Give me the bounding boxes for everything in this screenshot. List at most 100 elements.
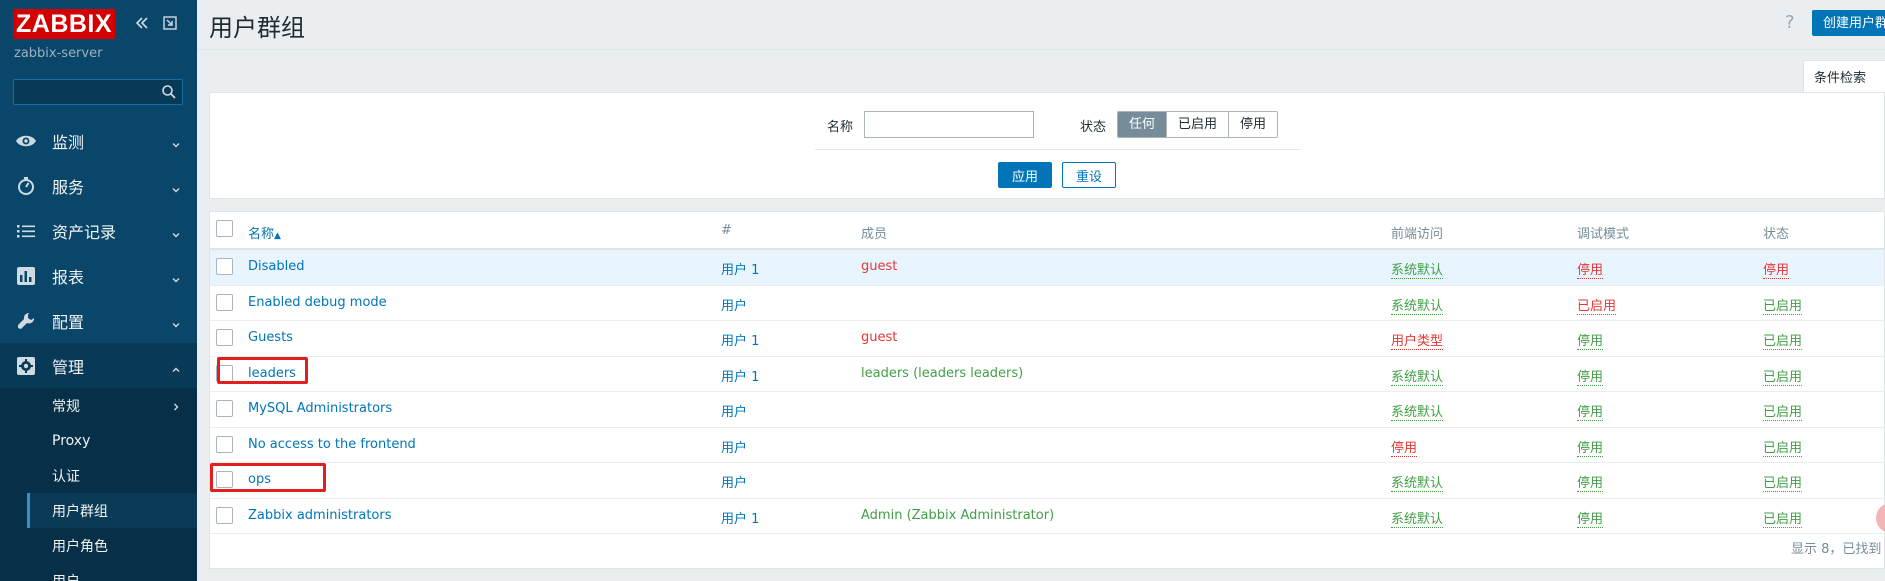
header-status: 状态 xyxy=(1763,227,1790,242)
submenu-item-user-groups[interactable]: 用户群组 xyxy=(0,493,197,528)
submenu-item-users[interactable]: 用户 xyxy=(0,563,197,581)
chevron-down-icon xyxy=(171,315,181,328)
header-name[interactable]: 名称▲ xyxy=(248,223,281,242)
debug-mode-value[interactable]: 已启用 xyxy=(1577,295,1617,315)
collapse-sidebar-icon[interactable] xyxy=(134,15,150,31)
create-user-group-button[interactable]: 创建用户群组 xyxy=(1812,10,1885,36)
group-name-link[interactable]: Enabled debug mode xyxy=(248,295,387,310)
kiosk-mode-icon[interactable] xyxy=(162,15,178,31)
main-menu: 监测 服务 资产记录 报表 配置 管理 常规 Proxy 认证 用户群组 用户角… xyxy=(0,118,197,581)
menu-item-inventory[interactable]: 资产记录 xyxy=(0,208,197,253)
status-value[interactable]: 已启用 xyxy=(1763,401,1803,421)
menu-item-reports[interactable]: 报表 xyxy=(0,253,197,298)
debug-mode-value[interactable]: 停用 xyxy=(1577,437,1604,457)
status-option-disabled[interactable]: 停用 xyxy=(1229,112,1278,137)
apply-button[interactable]: 应用 xyxy=(998,162,1052,188)
row-checkbox[interactable] xyxy=(216,506,233,524)
filter-tab[interactable]: 条件检索 xyxy=(1803,60,1885,92)
submenu-item-proxy[interactable]: Proxy xyxy=(0,423,197,458)
row-checkbox[interactable] xyxy=(216,329,233,346)
status-value[interactable]: 已启用 xyxy=(1763,472,1803,492)
users-link[interactable]: 用户 xyxy=(721,472,747,491)
sort-asc-icon: ▲ xyxy=(274,231,281,241)
users-link[interactable]: 用户 1 xyxy=(721,330,759,349)
group-name-link[interactable]: No access to the frontend xyxy=(248,437,416,452)
users-link[interactable]: 用户 xyxy=(721,401,747,420)
debug-mode-value[interactable]: 停用 xyxy=(1577,472,1604,492)
table-row: leaders 用户 1 leaders (leaders leaders) 系… xyxy=(210,357,1884,392)
sidebar-search-input[interactable] xyxy=(14,80,154,104)
row-checkbox[interactable] xyxy=(216,400,233,417)
status-value[interactable]: 停用 xyxy=(1763,259,1790,279)
users-label: 用户 xyxy=(721,511,748,527)
debug-mode-value[interactable]: 停用 xyxy=(1577,330,1604,350)
debug-mode-value[interactable]: 停用 xyxy=(1577,508,1604,528)
status-radio-group: 任何 已启用 停用 xyxy=(1117,111,1279,138)
frontend-access-value[interactable]: 系统默认 xyxy=(1391,472,1444,492)
submenu-item-authentication[interactable]: 认证 xyxy=(0,458,197,493)
debug-mode-value[interactable]: 停用 xyxy=(1577,366,1604,386)
header-count: # xyxy=(721,223,732,238)
filter-name-input[interactable] xyxy=(864,111,1034,138)
menu-item-monitoring[interactable]: 监测 xyxy=(0,118,197,163)
users-label: 用户 xyxy=(721,263,748,278)
row-checkbox[interactable] xyxy=(216,435,233,453)
search-icon[interactable] xyxy=(161,84,177,100)
users-link[interactable]: 用户 xyxy=(721,295,747,314)
status-value[interactable]: 已启用 xyxy=(1763,366,1803,386)
submenu-label: 用户群组 xyxy=(52,503,108,520)
frontend-access-value[interactable]: 系统默认 xyxy=(1391,366,1444,386)
menu-item-configuration[interactable]: 配置 xyxy=(0,298,197,343)
administration-submenu: 常规 Proxy 认证 用户群组 用户角色 用户 xyxy=(0,388,197,581)
table-header: 名称▲ # 成员 前端访问 调试模式 状态 xyxy=(210,212,1884,250)
frontend-access-value[interactable]: 停用 xyxy=(1391,437,1418,457)
header-name-label: 名称 xyxy=(248,227,275,242)
member-link[interactable]: guest xyxy=(861,259,897,274)
status-value[interactable]: 已启用 xyxy=(1763,330,1803,350)
status-option-any[interactable]: 任何 xyxy=(1118,112,1168,137)
member-link[interactable]: Admin (Zabbix Administrator) xyxy=(861,508,1054,523)
group-name-link[interactable]: Disabled xyxy=(248,259,304,274)
user-groups-table: 名称▲ # 成员 前端访问 调试模式 状态 Disabled 用户 1 gues… xyxy=(209,211,1885,569)
status-option-enabled[interactable]: 已启用 xyxy=(1167,112,1230,137)
help-icon[interactable]: ? xyxy=(1785,12,1795,33)
frontend-access-value[interactable]: 系统默认 xyxy=(1391,508,1444,528)
status-value[interactable]: 已启用 xyxy=(1763,295,1803,315)
table-row: ops 用户 系统默认 停用 已启用 xyxy=(210,463,1884,499)
zabbix-logo[interactable]: ZABBIX xyxy=(13,9,116,39)
users-link[interactable]: 用户 1 xyxy=(721,259,759,278)
menu-item-services[interactable]: 服务 xyxy=(0,163,197,208)
submenu-item-user-roles[interactable]: 用户角色 xyxy=(0,528,197,563)
debug-mode-value[interactable]: 停用 xyxy=(1577,401,1604,421)
menu-label: 配置 xyxy=(52,312,85,332)
group-name-link[interactable]: MySQL Administrators xyxy=(248,401,392,416)
sidebar-search[interactable] xyxy=(13,79,183,105)
member-link[interactable]: guest xyxy=(861,330,897,345)
chevron-down-icon xyxy=(171,270,181,283)
frontend-access-value[interactable]: 系统默认 xyxy=(1391,295,1444,315)
users-link[interactable]: 用户 1 xyxy=(721,508,759,527)
row-checkbox[interactable] xyxy=(216,293,233,311)
table-row: Enabled debug mode 用户 系统默认 已启用 已启用 xyxy=(210,286,1884,321)
member-link[interactable]: leaders (leaders leaders) xyxy=(861,366,1023,381)
status-value[interactable]: 已启用 xyxy=(1763,437,1803,457)
menu-item-administration[interactable]: 管理 xyxy=(0,343,197,388)
frontend-access-value[interactable]: 用户类型 xyxy=(1391,330,1444,350)
select-all-checkbox[interactable] xyxy=(216,220,233,237)
users-link[interactable]: 用户 xyxy=(721,437,747,456)
menu-label: 报表 xyxy=(52,267,85,287)
users-link[interactable]: 用户 1 xyxy=(721,366,759,385)
reset-button[interactable]: 重设 xyxy=(1062,162,1116,188)
sidebar: ZABBIX zabbix-server 监测 服务 资产记录 报表 配置 管理… xyxy=(0,0,197,581)
debug-mode-value[interactable]: 停用 xyxy=(1577,259,1604,279)
submenu-label: 用户 xyxy=(52,571,80,581)
group-name-link[interactable]: Zabbix administrators xyxy=(248,508,392,523)
row-checkbox[interactable] xyxy=(216,258,233,275)
highlight-box-ops xyxy=(210,463,326,492)
frontend-access-value[interactable]: 系统默认 xyxy=(1391,401,1444,421)
group-name-link[interactable]: Guests xyxy=(248,330,293,345)
status-value[interactable]: 已启用 xyxy=(1763,508,1803,528)
header-members: 成员 xyxy=(861,227,888,242)
submenu-item-general[interactable]: 常规 xyxy=(0,388,197,423)
frontend-access-value[interactable]: 系统默认 xyxy=(1391,259,1444,279)
